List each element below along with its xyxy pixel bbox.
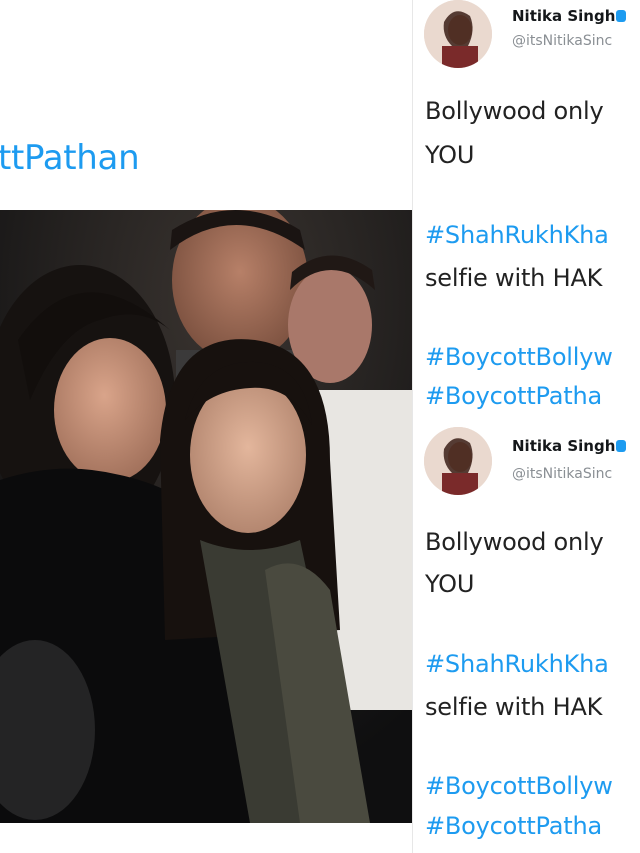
tweet-text-line: YOU [425, 141, 475, 169]
tweet-screenshot-panel: Nitika Singh @itsNitikaSinc Bollywood on… [412, 0, 640, 853]
author-name[interactable]: Nitika Singh [512, 7, 627, 25]
avatar-icon [424, 427, 492, 495]
tweet-text-line: selfie with HAK [425, 693, 603, 721]
hashtag-link[interactable]: #BoycottPatha [425, 812, 602, 840]
tweet-text-line: YOU [425, 570, 475, 598]
author-handle[interactable]: @itsNitikaSinc [512, 466, 612, 482]
verified-badge-icon [616, 10, 627, 22]
crowd-photo [0, 210, 412, 823]
panel-divider [412, 0, 413, 853]
photo-illustration [0, 210, 412, 823]
tweet-text-line: selfie with HAK [425, 264, 603, 292]
author-name[interactable]: Nitika Singh [512, 437, 627, 455]
left-screenshot-panel: ttPathan [0, 0, 412, 853]
author-handle[interactable]: @itsNitikaSinc [512, 33, 612, 49]
verified-badge-icon [616, 440, 627, 452]
hashtag-link[interactable]: #ShahRukhKha [425, 221, 609, 249]
hashtag-link[interactable]: #BoycottBollyw [425, 343, 613, 371]
author-name-text: Nitika Singh [512, 437, 616, 455]
hashtag-link[interactable]: #ShahRukhKha [425, 650, 609, 678]
tweet-text-line: Bollywood only [425, 97, 604, 125]
tweet-text-line: Bollywood only [425, 528, 604, 556]
author-name-text: Nitika Singh [512, 7, 616, 25]
avatar-icon [424, 0, 492, 68]
hashtag-link[interactable]: #BoycottPatha [425, 382, 602, 410]
hashtag-link[interactable]: #BoycottBollyw [425, 772, 613, 800]
avatar[interactable] [424, 0, 492, 68]
hashtag-link[interactable]: ttPathan [0, 138, 140, 178]
avatar[interactable] [424, 427, 492, 495]
